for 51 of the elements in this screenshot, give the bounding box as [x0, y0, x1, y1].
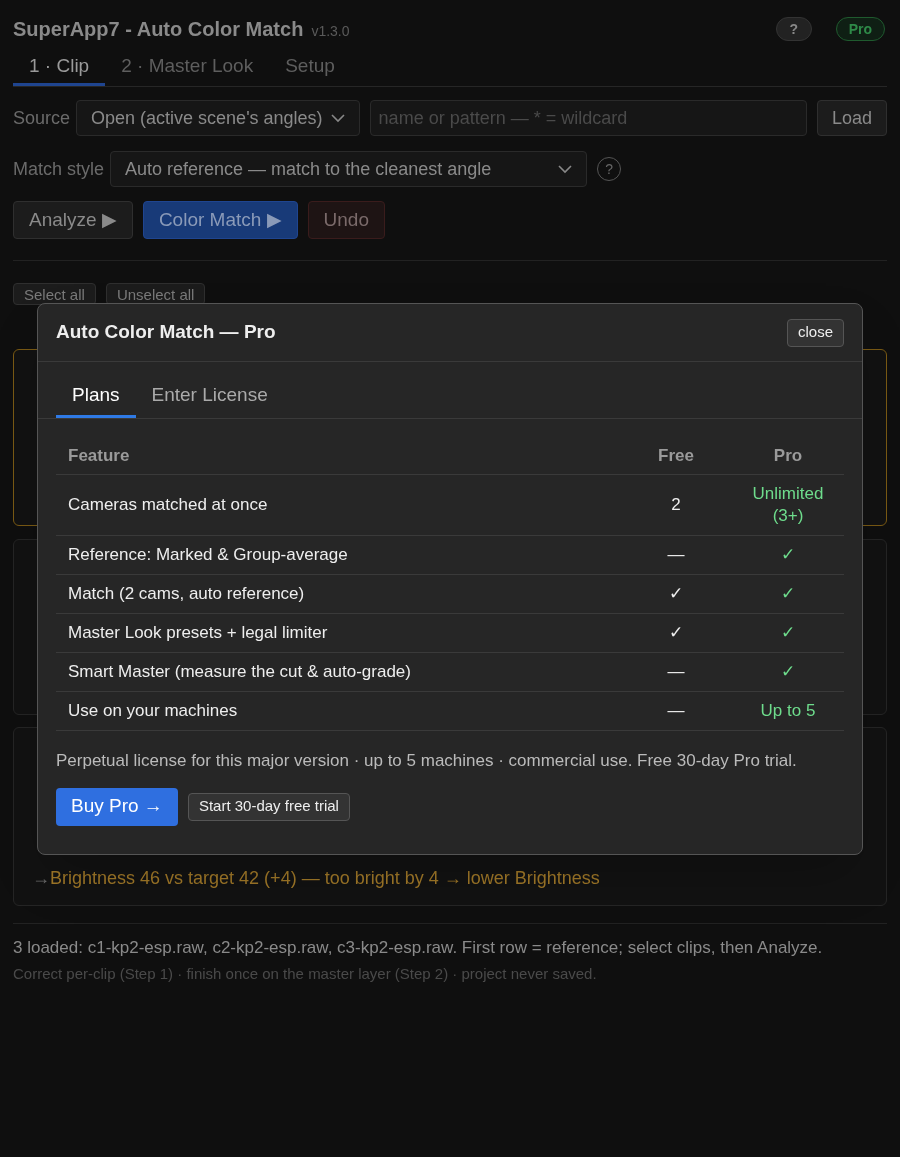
- free-cell-text: —: [666, 544, 686, 567]
- selection-button[interactable]: Select all: [13, 283, 96, 305]
- pro-cell-text: ✓: [780, 661, 796, 683]
- feature-cell-text: Use on your machines: [67, 700, 239, 723]
- help-button[interactable]: ?: [775, 17, 812, 41]
- pro-cell-text: ✓: [780, 622, 796, 644]
- column-header: Free: [657, 444, 695, 467]
- source-label: Source: [13, 106, 71, 130]
- feature-cell-text: Cameras matched at once: [67, 494, 269, 517]
- pro-cell-text: Unlimited (3+): [751, 483, 825, 527]
- buy-button[interactable]: Buy Pro →: [56, 787, 178, 826]
- action-button[interactable]: Undo: [307, 201, 385, 239]
- chevron-down-icon: [330, 113, 345, 123]
- match-style-label: Match style: [13, 157, 105, 181]
- source-dropdown[interactable]: Open (active scene's angles): [76, 100, 360, 136]
- dialog-tab[interactable]: Enter License: [135, 376, 284, 418]
- action-button[interactable]: Analyze ▶: [13, 201, 133, 239]
- tab[interactable]: 1 · Clip: [13, 50, 106, 86]
- match-style-dropdown[interactable]: Auto reference — match to the cleanest angle: [110, 151, 588, 187]
- trial-button[interactable]: Start 30-day free trial: [187, 792, 350, 821]
- free-cell-text: ✓: [668, 622, 684, 645]
- selection-button[interactable]: Unselect all: [105, 283, 206, 305]
- feature-cell-text: Master Look presets + legal limiter: [67, 622, 329, 645]
- free-cell-text: —: [666, 661, 686, 684]
- action-button[interactable]: Color Match ▶: [142, 201, 298, 239]
- pro-cell-text: Up to 5: [759, 700, 817, 722]
- close-button[interactable]: close: [786, 318, 844, 347]
- suggestion-text: Brightness 46 vs target 42 (+4) — too bright by 4 → lower Brightness: [50, 867, 600, 890]
- column-header: Pro: [772, 444, 804, 467]
- free-cell-text: —: [666, 700, 686, 723]
- dialog-tab[interactable]: Plans: [56, 376, 136, 418]
- pro-cell-text: ✓: [780, 583, 796, 605]
- status-summary: 3 loaded: c1-kp2-esp.raw, c2-kp2-esp.raw, c3-kp2-esp.raw. First row = reference; select clips, then Analyze.: [13, 937, 824, 959]
- license-note: Perpetual license for this major version · up to 5 machines · commercial use. Free 30-day Pro trial.: [56, 750, 798, 772]
- load-button[interactable]: Load: [816, 100, 887, 136]
- feature-cell-text: Reference: Marked & Group-average: [67, 544, 349, 567]
- chevron-down-icon: [558, 164, 573, 174]
- pro-cell-text: ✓: [780, 544, 796, 566]
- feature-cell-text: Smart Master (measure the cut & auto-grade): [67, 661, 412, 684]
- tab[interactable]: 2 · Master Look: [105, 50, 270, 86]
- arrow-marker: →: [32, 867, 50, 890]
- free-cell-text: 2: [670, 494, 682, 517]
- column-header: Feature: [67, 444, 131, 467]
- app-title: SuperApp7 - Auto Color Match: [13, 17, 304, 42]
- version-label: v1.3.0: [311, 22, 350, 41]
- status-hint: Correct per-clip (Step 1) · finish once on the master layer (Step 2) · project never saved.: [13, 963, 598, 984]
- dialog-title: Auto Color Match — Pro: [56, 320, 276, 345]
- tab[interactable]: Setup: [269, 50, 351, 86]
- feature-cell-text: Match (2 cams, auto reference): [67, 583, 306, 606]
- plan-badge: Pro: [835, 17, 885, 41]
- free-cell-text: ✓: [668, 583, 684, 606]
